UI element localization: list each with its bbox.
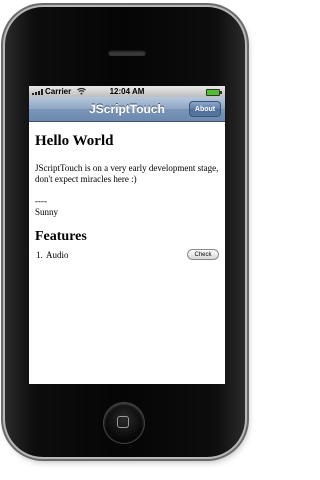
signature-separator: ---- [35, 196, 47, 206]
features-list: 1. Audio Check [35, 249, 219, 262]
page-content: Hello World JScriptTouch is on a very ea… [35, 122, 219, 262]
intro-text: JScriptTouch is on a very early developm… [35, 163, 219, 184]
about-button[interactable]: About [189, 101, 221, 117]
home-button-icon[interactable] [104, 403, 144, 443]
iphone-frame: Carrier 12:04 AM JScriptTouch About Hell… [5, 7, 245, 457]
earpiece-speaker-icon [108, 50, 146, 56]
signature-name: Sunny [35, 207, 59, 217]
status-time: 12:04 AM [109, 87, 145, 96]
status-bar: Carrier 12:04 AM [29, 86, 225, 97]
feature-name: Audio [46, 250, 69, 260]
feature-item-audio: 1. Audio Check [35, 249, 219, 262]
device-screen: Carrier 12:04 AM JScriptTouch About Hell… [29, 86, 225, 384]
navigation-bar: JScriptTouch About [29, 97, 225, 122]
battery-icon [206, 89, 222, 96]
signature: ---- Sunny [35, 196, 219, 218]
carrier-label: Carrier [45, 87, 72, 96]
features-heading: Features [35, 229, 87, 244]
home-square-icon [117, 416, 129, 428]
feature-number: 1. [36, 250, 43, 260]
check-audio-button[interactable]: Check [187, 249, 219, 260]
page-heading: Hello World [35, 133, 114, 149]
signal-bars-icon [32, 89, 44, 95]
